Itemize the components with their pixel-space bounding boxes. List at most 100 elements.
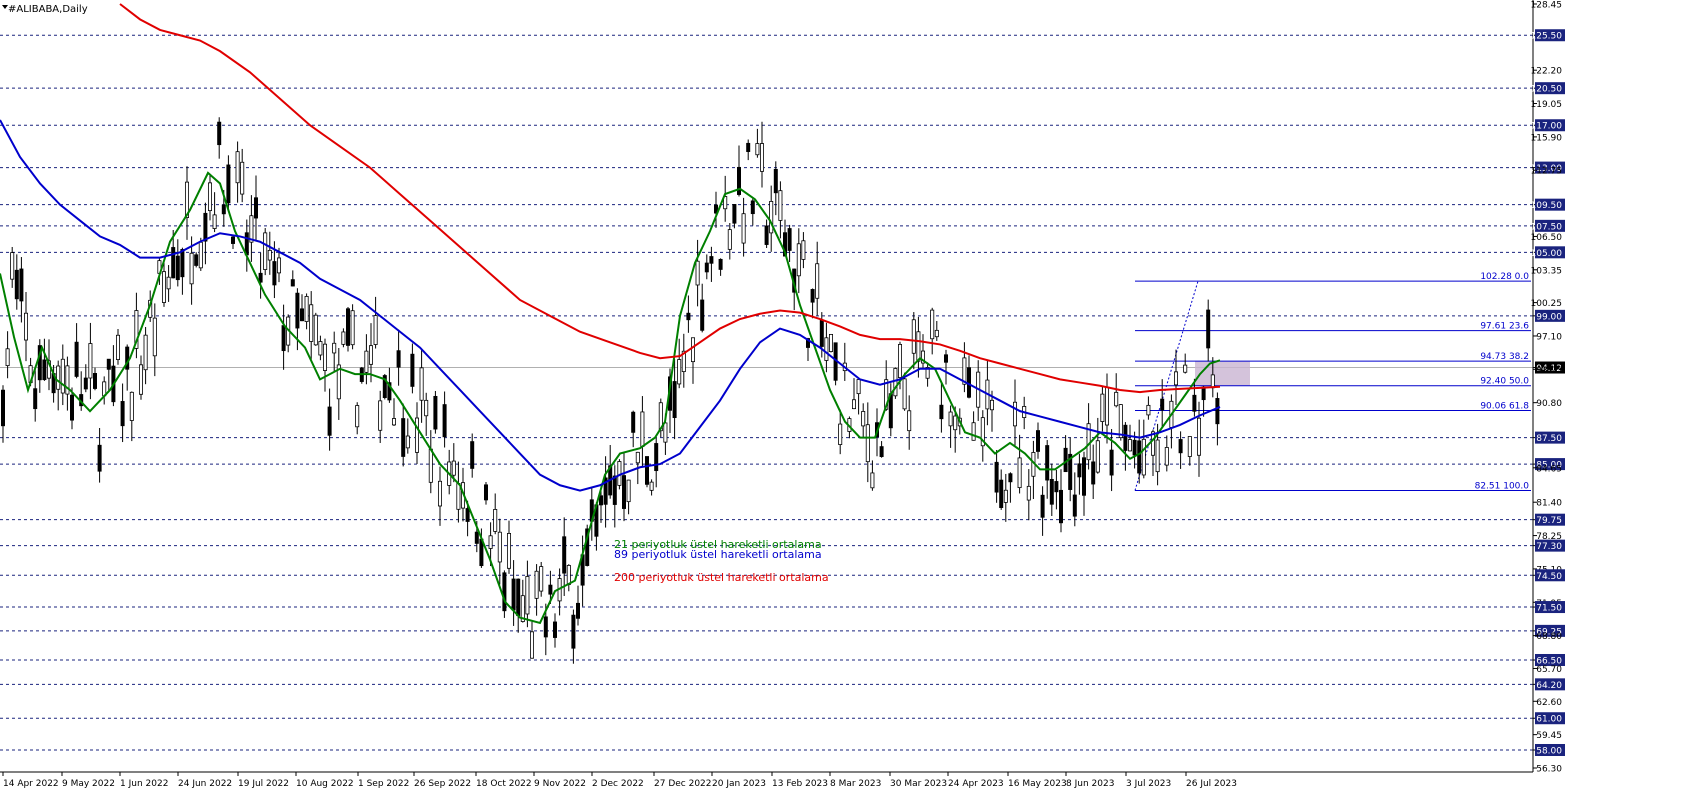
candle-body	[1036, 430, 1041, 452]
price-label: 106.50	[1531, 233, 1563, 243]
candle-body	[10, 252, 15, 280]
candle-body	[405, 435, 410, 449]
candle-body	[368, 345, 373, 365]
candle-body	[990, 399, 995, 411]
candle-body	[861, 411, 866, 427]
candle-body	[442, 404, 447, 438]
fib-label: 94.73 38.2	[1480, 352, 1529, 362]
candle-body	[539, 566, 544, 592]
candle-body	[221, 204, 226, 215]
candle-body	[378, 400, 383, 431]
candle-body	[994, 461, 999, 493]
candle-body	[838, 423, 843, 445]
time-label: 18 Oct 2022	[476, 779, 532, 789]
candle-body	[493, 509, 498, 532]
candle-body	[654, 443, 659, 472]
candle-body	[1091, 461, 1096, 485]
candle-body	[1109, 449, 1114, 476]
candle-body	[810, 289, 815, 303]
candle-body	[1059, 489, 1064, 524]
candle-body	[414, 417, 419, 453]
price-chart[interactable]: 102.28 0.0 97.61 23.6 94.73 38.2 92.40 50.0…	[0, 0, 1695, 793]
price-label: 128.45	[1531, 1, 1563, 11]
chart-window: 102.28 0.0 97.61 23.6 94.73 38.2 92.40 50.0…	[0, 0, 1695, 793]
time-label: 16 May 2023	[1008, 779, 1067, 789]
candle-body	[506, 533, 511, 569]
candle-body	[709, 256, 714, 264]
candle-body	[1082, 457, 1087, 496]
candle-body	[879, 446, 884, 457]
candle-body	[70, 394, 75, 421]
candle-body	[313, 314, 318, 346]
time-label: 9 May 2022	[62, 779, 115, 789]
candle-body	[1077, 463, 1082, 478]
candle-body	[14, 269, 19, 300]
candle-body	[870, 472, 875, 489]
time-label: 9 Nov 2022	[534, 779, 586, 789]
candle-body	[902, 378, 907, 410]
candle-body	[732, 204, 737, 224]
candle-body	[824, 337, 829, 361]
candle-body	[852, 399, 857, 410]
candle-body	[718, 258, 723, 270]
candle-body	[120, 401, 125, 427]
time-label: 26 Sep 2022	[414, 779, 471, 789]
candle-body	[534, 570, 539, 599]
candle-body	[1197, 417, 1202, 456]
candle-body	[704, 262, 709, 273]
fib-label: 97.61 23.6	[1480, 322, 1529, 332]
candle-body	[1003, 489, 1008, 503]
candle-body	[1155, 439, 1160, 473]
candle-body	[93, 373, 98, 389]
candle-body	[401, 418, 406, 457]
candle-body	[465, 508, 470, 522]
time-label: 27 Dec 2022	[654, 779, 712, 789]
candle-body	[1123, 424, 1128, 451]
candle-body	[502, 572, 507, 612]
candle-body	[116, 334, 121, 360]
candle-body	[764, 225, 769, 245]
candle-body	[456, 483, 461, 510]
candle-body	[1160, 398, 1165, 411]
candle-body	[451, 460, 456, 476]
candle-body	[391, 418, 396, 426]
candle-body	[511, 578, 516, 611]
price-label: 84.65	[1536, 464, 1562, 474]
fib-label: 92.40 50.0	[1480, 377, 1529, 387]
candle-body	[166, 276, 171, 290]
candle-body	[189, 252, 194, 285]
candle-body	[497, 531, 502, 563]
candle-body	[106, 358, 111, 370]
candle-body	[60, 358, 65, 394]
price-label: 90.80	[1536, 399, 1562, 409]
candle-body	[1164, 447, 1169, 466]
candle-body	[727, 229, 732, 250]
candle-body	[1045, 445, 1050, 481]
candle-body	[907, 410, 912, 432]
candle-body	[410, 353, 415, 387]
candle-body	[700, 299, 705, 331]
candle-body	[230, 236, 235, 244]
price-label: 93.95	[1536, 366, 1562, 376]
candle-body	[1137, 440, 1142, 474]
candle-body	[373, 315, 378, 345]
candle-body	[1054, 481, 1059, 493]
candle-body	[525, 576, 530, 615]
price-label: 109.50	[1531, 201, 1563, 211]
candle-body	[203, 212, 208, 242]
price-label: 58.00	[1536, 746, 1562, 756]
candle-body	[281, 325, 286, 352]
fib-zone	[1195, 361, 1250, 386]
time-label: 19 Jul 2022	[238, 779, 289, 789]
candle-body	[143, 334, 148, 371]
candle-body	[819, 320, 824, 347]
candle-body	[865, 424, 870, 463]
candle-body	[1100, 393, 1105, 422]
candle-body	[74, 341, 79, 377]
candle-body	[470, 441, 475, 469]
price-label: 122.20	[1531, 67, 1563, 77]
candle-body	[1206, 309, 1211, 349]
candle-body	[212, 214, 217, 229]
candle-body	[1201, 386, 1206, 401]
candle-body	[1187, 436, 1192, 457]
